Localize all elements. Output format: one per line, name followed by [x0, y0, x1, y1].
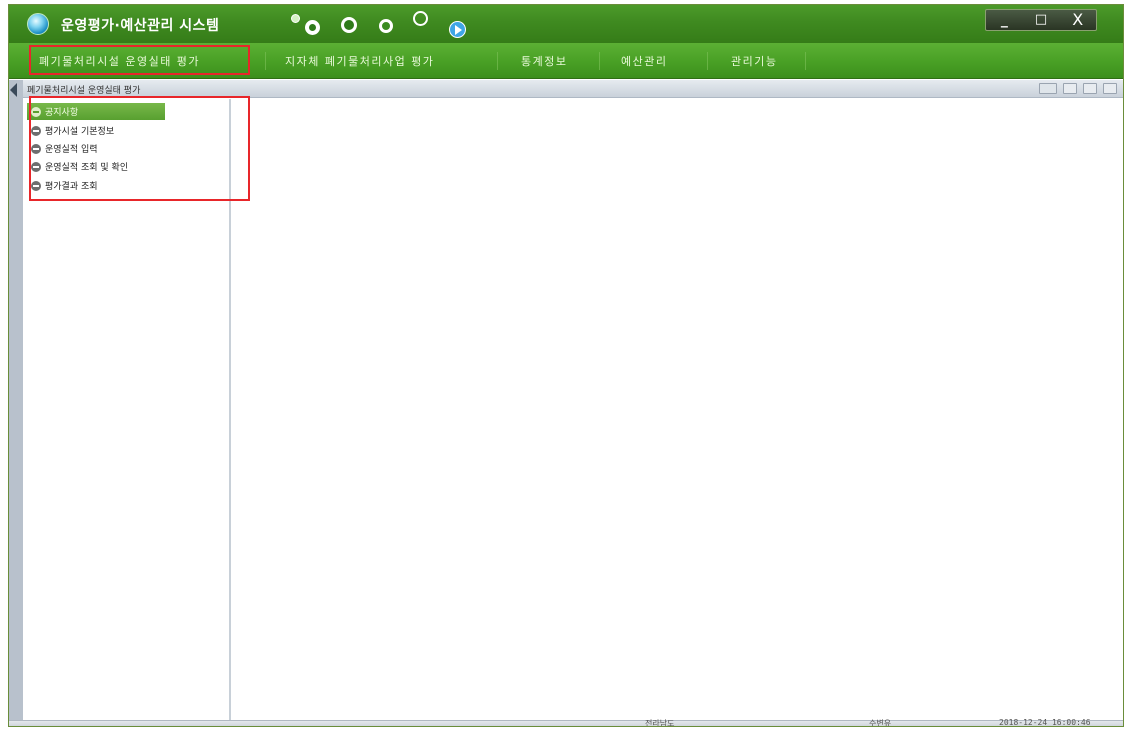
view-toolbar: [1039, 83, 1117, 94]
grid-view-icon[interactable]: [1039, 83, 1057, 94]
main-content-area: [233, 99, 1123, 720]
menu-separator: [497, 52, 498, 70]
menu-separator: [599, 52, 600, 70]
maximize-button[interactable]: □: [1023, 10, 1060, 30]
status-bar: 전라남도 수변유 2018-12-24 16:00:46: [9, 718, 1123, 727]
close-button[interactable]: X: [1059, 10, 1096, 30]
title-bar: 운영평가·예산관리 시스템 _ □ X: [9, 5, 1123, 43]
menu-separator: [805, 52, 806, 70]
highlight-box-sidebar: [29, 96, 250, 201]
minimize-button[interactable]: _: [986, 10, 1023, 30]
status-datetime: 2018-12-24 16:00:46: [999, 718, 1091, 727]
app-title: 운영평가·예산관리 시스템: [61, 18, 220, 34]
sidebar-gutter: [9, 80, 23, 720]
menu-separator: [707, 52, 708, 70]
panel-title: 폐기물처리시설 운영실태 평가: [27, 86, 141, 96]
status-region: 전라남도: [645, 719, 675, 727]
toolbar-dot-icon[interactable]: [291, 14, 300, 23]
status-user: 수변유: [869, 719, 892, 727]
menu-item-statistics[interactable]: 통계정보: [521, 53, 567, 69]
toolbar-sync-icon[interactable]: [379, 19, 393, 33]
app-logo-icon: [27, 13, 49, 35]
menu-item-admin[interactable]: 관리기능: [731, 53, 777, 69]
highlight-box-menu: [29, 45, 250, 75]
tile-view-icon[interactable]: [1063, 83, 1077, 94]
menu-item-budget[interactable]: 예산관리: [621, 53, 667, 69]
menu-separator: [265, 52, 266, 70]
toolbar-play-icon[interactable]: [449, 21, 466, 38]
collapse-left-icon[interactable]: [10, 83, 17, 97]
settings-view-icon[interactable]: [1103, 83, 1117, 94]
window-controls: _ □ X: [985, 9, 1097, 31]
menu-item-local-gov-evaluation[interactable]: 지자체 폐기물처리사업 평가: [285, 53, 434, 69]
toolbar-search-icon[interactable]: [413, 11, 428, 26]
toolbar-recycle-icon[interactable]: [305, 20, 320, 35]
toolbar-refresh-icon[interactable]: [341, 17, 357, 33]
cascade-view-icon[interactable]: [1083, 83, 1097, 94]
app-window: 운영평가·예산관리 시스템 _ □ X 폐기물처리시설 운영실태 평가 지자체 …: [8, 4, 1124, 727]
